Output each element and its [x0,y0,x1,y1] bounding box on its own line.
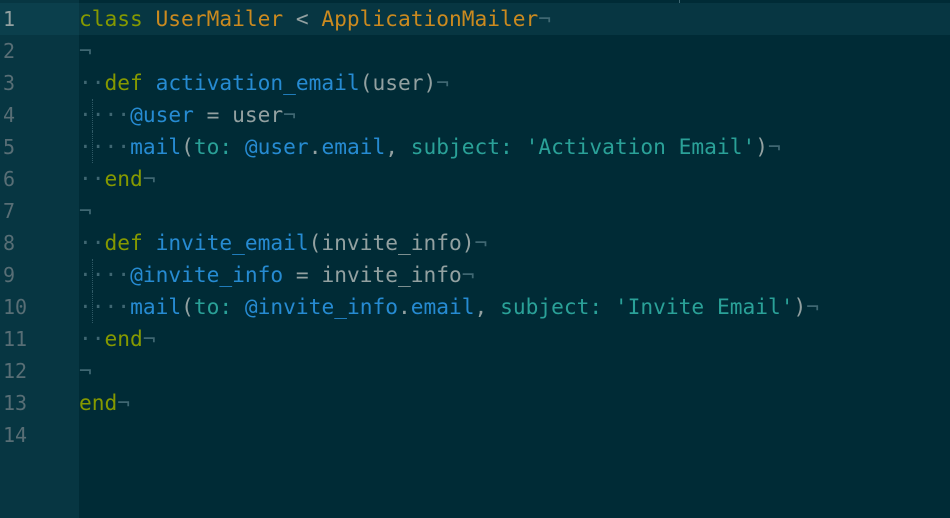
method-param: user [372,70,424,95]
line-number: 11 [3,327,28,351]
instance-variable: @user [130,102,194,127]
line-number: 1 [0,3,79,35]
code-line[interactable]: ¬ [79,35,950,67]
newline-marker: ¬ [283,102,296,127]
code-line[interactable]: ····mail(to: @user.email, subject: 'Acti… [79,131,950,163]
line-number: 8 [3,231,16,255]
line-number: 3 [3,71,16,95]
code-line[interactable]: ¬ [79,355,950,387]
instance-variable: @user [244,134,309,159]
keyword-end: end [79,390,118,415]
code-line[interactable]: ····mail(to: @invite_info.email, subject… [79,291,950,323]
code-line[interactable] [79,419,950,451]
newline-marker: ¬ [79,358,92,383]
string-literal: 'Activation Email' [525,134,756,159]
line-number: 7 [3,199,16,223]
method-call: mail [130,134,182,159]
keyword-def: def [104,230,143,255]
line-number: 10 [3,295,28,319]
newline-marker: ¬ [117,390,131,415]
code-line[interactable]: ····@user = user¬ [79,99,950,131]
instance-variable: @invite_info [130,262,284,287]
method-name: invite_email [155,230,309,255]
line-number: 13 [3,391,28,415]
newline-marker: ¬ [474,230,488,255]
code-line[interactable]: ··end¬ [79,163,950,195]
newline-marker: ¬ [79,38,92,63]
code-line[interactable]: ¬ [79,195,950,227]
line-number: 5 [3,135,16,159]
keyword-end: end [104,166,143,191]
superclass-name: ApplicationMailer [321,6,539,31]
newline-marker: ¬ [142,166,156,191]
method-name: activation_email [155,70,360,95]
line-number: 2 [3,39,16,63]
keyword-end: end [104,326,143,351]
code-line[interactable]: ··def activation_email(user)¬ [79,67,950,99]
code-line[interactable]: end¬ [79,387,950,419]
keyword-def: def [104,70,143,95]
code-line[interactable]: ····@invite_info = invite_info¬ [79,259,950,291]
keyword-argument: to: [193,294,233,319]
class-name: UserMailer [155,6,284,31]
keyword-argument: to: [193,134,233,159]
method-call: mail [130,294,182,319]
line-number: 6 [3,167,16,191]
newline-marker: ¬ [767,134,781,159]
code-text-area[interactable]: class UserMailer < ApplicationMailer¬ ¬ … [79,0,950,518]
newline-marker: ¬ [79,198,92,223]
string-literal: 'Invite Email' [614,294,794,319]
line-number: 9 [3,263,16,287]
instance-variable: @invite_info [244,294,398,319]
newline-marker: ¬ [436,70,450,95]
line-number-gutter: 1 2 3 4 5 6 7 8 9 10 11 12 13 14 [0,0,79,518]
keyword-argument: subject: [410,134,513,159]
line-number: 12 [3,359,28,383]
code-line[interactable]: class UserMailer < ApplicationMailer¬ [79,3,950,35]
keyword-class: class [79,6,143,31]
code-line[interactable]: ··end¬ [79,323,950,355]
newline-marker: ¬ [142,326,156,351]
newline-marker: ¬ [538,6,552,31]
code-line[interactable]: ··def invite_email(invite_info)¬ [79,227,950,259]
code-editor[interactable]: 1 2 3 4 5 6 7 8 9 10 11 12 13 14 class U… [0,0,950,518]
method-param: invite_info [321,230,462,255]
keyword-argument: subject: [500,294,603,319]
newline-marker: ¬ [461,262,475,287]
inherit-operator: < [295,6,309,31]
line-number: 14 [3,423,28,447]
newline-marker: ¬ [806,294,820,319]
line-number: 4 [3,103,16,127]
